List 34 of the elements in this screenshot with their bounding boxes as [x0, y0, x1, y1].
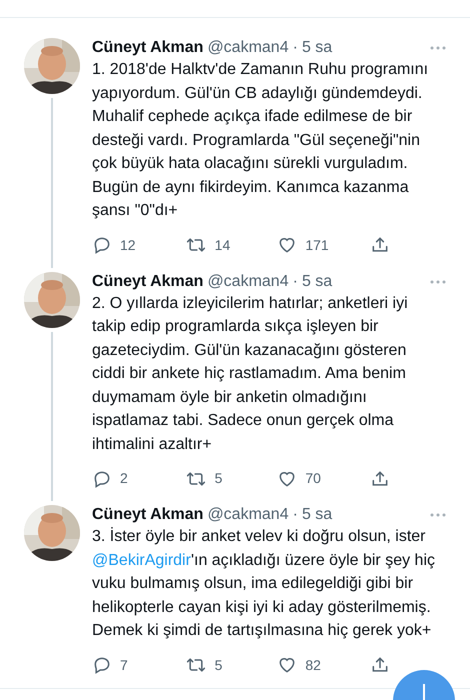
reply-icon	[92, 235, 112, 255]
tweet-time[interactable]: 5 sa	[302, 272, 332, 292]
author-handle[interactable]: @cakman4	[207, 505, 289, 525]
tweet-time[interactable]: 5 sa	[302, 505, 332, 525]
tweet-text: 3. İster öyle bir anket velev ki doğru olsun, ister @BekirAgirdir'ın açıkladığı üzere öyle bir şey hiç vuku bulmamış olsun, ima edilegeldiği gibi bir helikopterle cayan kişi iyi ki aday gösterilmemiş. Demek ki şimdi de tartışılmasına hiç gerek yok+	[92, 526, 436, 641]
reply-icon	[92, 655, 112, 675]
more-icon[interactable]	[430, 280, 446, 284]
share-button[interactable]	[370, 468, 390, 488]
tweet-text: 2. O yıllarda izleyicilerim hatırlar; anketleri iyi takip edip programlarda sıkça işleyen bir gazeteciydim. Gül'ün kazanacağını gösteren ciddi bir ankete hiç rastlamadım. Ama benim duymamam öyle bir anketin olmadığını ispatlamaz tabi. Sadece onun gerçek olma ihtimalini azaltır+	[92, 294, 409, 454]
reply-button[interactable]: 2	[92, 468, 128, 489]
reply-icon	[92, 468, 112, 488]
separator-dot: ·	[292, 272, 298, 292]
author-handle[interactable]: @cakman4	[207, 38, 289, 58]
share-icon	[370, 468, 390, 488]
like-button[interactable]: 82	[277, 654, 321, 676]
heart-icon	[277, 655, 298, 675]
more-icon[interactable]	[430, 46, 446, 50]
tweet-text: 1. 2018'de Halktv'de Zamanın Ruhu programını yapıyordum. Gül'ün CB adaylığı gündemdeydi. Muhalif cephede açıkça ifade edilmese de bir desteği vardı. Programlarda "Gül seçeneği"nin çok büyük hata olacağını sürekli vurguladım. Bugün de aynı fikirdeyim. Kanımca kazanma şansı "0"dı+	[92, 60, 430, 221]
retweet-button[interactable]: 14	[184, 234, 230, 256]
tweet-time[interactable]: 5 sa	[302, 38, 332, 58]
retweet-button[interactable]: 5	[184, 654, 222, 676]
reply-button[interactable]: 7	[92, 654, 128, 676]
author-handle[interactable]: @cakman4	[207, 272, 289, 292]
reply-button[interactable]: 12	[92, 234, 136, 256]
retweet-button[interactable]: 5	[184, 468, 222, 489]
like-button[interactable]: 70	[277, 468, 321, 489]
like-button[interactable]: 171	[277, 234, 329, 256]
author-name[interactable]: Cüneyt Akman	[92, 272, 204, 292]
author-name[interactable]: Cüneyt Akman	[92, 505, 204, 525]
heart-icon	[277, 235, 298, 255]
author-name[interactable]: Cüneyt Akman	[92, 38, 204, 58]
separator-dot: ·	[292, 505, 298, 525]
more-icon[interactable]	[430, 513, 446, 517]
separator-dot: ·	[292, 38, 298, 58]
